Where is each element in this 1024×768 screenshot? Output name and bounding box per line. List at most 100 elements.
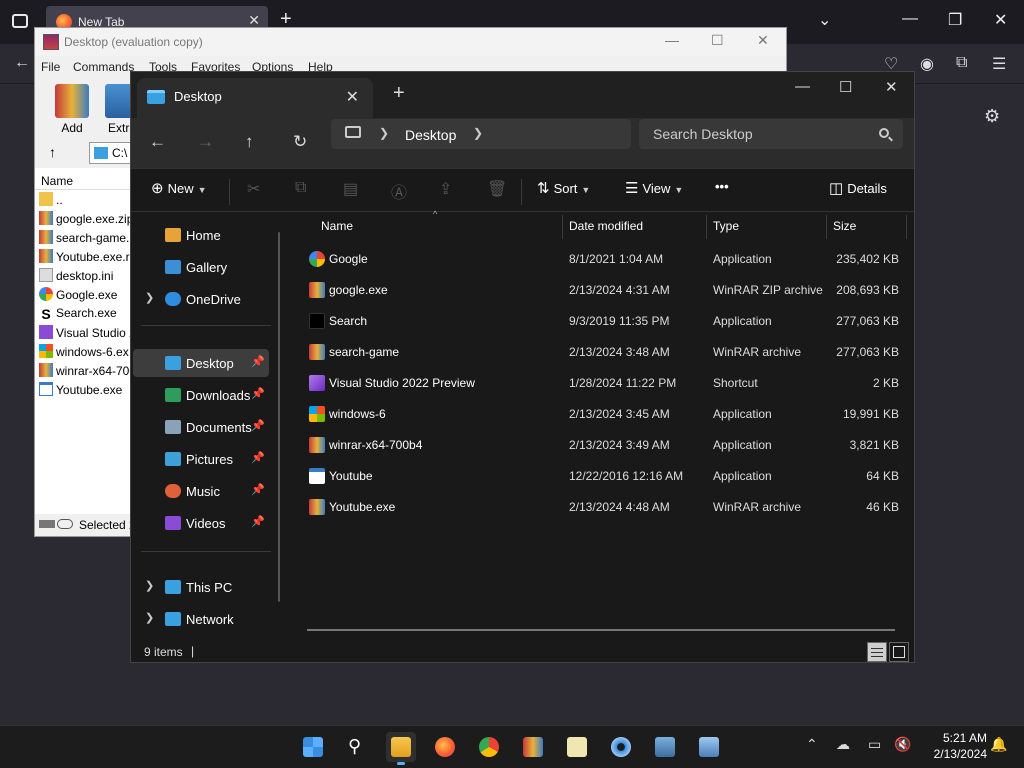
cut-icon[interactable]: ✂ bbox=[247, 179, 260, 199]
chevron-right-icon[interactable]: ❯ bbox=[379, 126, 389, 140]
network-icon[interactable]: ▭ bbox=[868, 736, 881, 753]
table-row[interactable]: windows-6 2/13/2024 3:45 AM Application … bbox=[291, 398, 913, 429]
menu-icon[interactable]: ☰ bbox=[992, 54, 1006, 74]
taskbar-notepad[interactable] bbox=[562, 732, 592, 762]
back-icon[interactable]: ← bbox=[149, 132, 166, 152]
sidebar-item-downloads[interactable]: Downloads 📌 bbox=[133, 381, 269, 409]
close-button[interactable]: ✕ bbox=[885, 78, 898, 96]
column-divider[interactable] bbox=[826, 215, 827, 239]
clock[interactable]: 5:21 AM 2/13/2024 bbox=[915, 730, 987, 762]
gear-icon[interactable]: ⚙ bbox=[984, 106, 1000, 127]
breadcrumb[interactable]: ❯ Desktop ❯ bbox=[331, 119, 631, 149]
volume-mute-icon[interactable]: 🔇 bbox=[894, 736, 911, 753]
search-icon[interactable] bbox=[879, 128, 889, 138]
search-input[interactable] bbox=[639, 119, 903, 149]
sidebar-item-music[interactable]: Music 📌 bbox=[133, 477, 269, 505]
up-arrow-icon[interactable]: ↑ bbox=[49, 144, 56, 160]
column-name-header[interactable]: Name bbox=[35, 168, 135, 190]
taskbar-file-explorer[interactable] bbox=[386, 732, 416, 765]
sidebar-item-desktop[interactable]: Desktop 📌 bbox=[133, 349, 269, 377]
onedrive-icon[interactable]: ☁ bbox=[836, 736, 850, 753]
up-arrow-icon[interactable]: ↑ bbox=[245, 132, 254, 152]
tab-list-icon[interactable] bbox=[12, 14, 28, 28]
explorer-tab[interactable]: Desktop ✕ bbox=[137, 78, 373, 118]
sort-button[interactable]: ⇅ Sort ▼ bbox=[537, 179, 590, 197]
column-divider[interactable] bbox=[562, 215, 563, 239]
pin-icon[interactable]: 📌 bbox=[251, 387, 265, 400]
menu-commands[interactable]: Commands bbox=[73, 60, 134, 74]
close-button[interactable]: ✕ bbox=[994, 10, 1007, 30]
menu-file[interactable]: File bbox=[41, 60, 60, 74]
sidebar-item-onedrive[interactable]: ❯ OneDrive bbox=[133, 285, 269, 313]
sidebar-item-pictures[interactable]: Pictures 📌 bbox=[133, 445, 269, 473]
taskbar-winrar[interactable] bbox=[518, 732, 548, 762]
list-item[interactable]: Visual Studio 2 bbox=[35, 323, 135, 342]
table-row[interactable]: Youtube.exe 2/13/2024 4:48 AM WinRAR arc… bbox=[291, 491, 913, 522]
list-item[interactable]: .. bbox=[35, 190, 135, 209]
chevron-right-icon[interactable]: ❯ bbox=[145, 291, 154, 304]
account-icon[interactable]: ◉ bbox=[920, 54, 934, 74]
pin-icon[interactable]: 📌 bbox=[251, 515, 265, 528]
column-header-date[interactable]: Date modified bbox=[569, 219, 643, 233]
minimize-button[interactable]: — bbox=[795, 78, 810, 95]
start-button[interactable] bbox=[298, 732, 328, 762]
pin-icon[interactable]: 📌 bbox=[251, 483, 265, 496]
list-item[interactable]: S Search.exe bbox=[35, 304, 135, 323]
pin-icon[interactable]: 📌 bbox=[251, 451, 265, 464]
pin-icon[interactable]: 📌 bbox=[251, 419, 265, 432]
sidebar-item-gallery[interactable]: Gallery bbox=[133, 253, 269, 281]
list-item[interactable]: google.exe.zip bbox=[35, 209, 135, 228]
sidebar-item-documents[interactable]: Documents 📌 bbox=[133, 413, 269, 441]
notification-bell-icon[interactable]: 🔔 bbox=[990, 736, 1007, 753]
chevron-right-icon[interactable]: ❯ bbox=[145, 579, 154, 592]
more-options-button[interactable]: ••• bbox=[715, 179, 729, 194]
column-divider[interactable] bbox=[906, 215, 907, 239]
column-header-name[interactable]: Name bbox=[321, 219, 353, 233]
list-item[interactable]: Youtube.exe.ra bbox=[35, 247, 135, 266]
extensions-icon[interactable]: ⧉ bbox=[956, 54, 967, 72]
minimize-button[interactable]: — bbox=[902, 10, 918, 28]
taskbar-app[interactable] bbox=[694, 732, 724, 762]
sidebar-item-videos[interactable]: Videos 📌 bbox=[133, 509, 269, 537]
list-item[interactable]: windows-6.ex bbox=[35, 342, 135, 361]
taskbar-firefox[interactable] bbox=[430, 732, 460, 762]
rename-icon[interactable]: Ⓐ bbox=[391, 179, 407, 203]
horizontal-scrollbar[interactable] bbox=[307, 629, 895, 631]
table-row[interactable]: Search 9/3/2019 11:35 PM Application 277… bbox=[291, 305, 913, 336]
taskbar-chrome[interactable] bbox=[474, 732, 504, 762]
close-button[interactable]: ✕ bbox=[757, 32, 769, 49]
details-view-button[interactable] bbox=[867, 642, 887, 662]
delete-icon[interactable]: 🗑 bbox=[487, 179, 507, 199]
list-item[interactable]: desktop.ini bbox=[35, 266, 135, 285]
restore-button[interactable]: ❐ bbox=[948, 10, 962, 30]
chevron-right-icon[interactable]: ❯ bbox=[145, 611, 154, 624]
chevron-up-icon[interactable]: ⌃ bbox=[806, 736, 818, 753]
sidebar-item-home[interactable]: Home bbox=[133, 221, 269, 249]
search-button[interactable]: ⚲ bbox=[342, 732, 372, 762]
breadcrumb-desktop[interactable]: Desktop bbox=[405, 127, 456, 143]
back-icon[interactable]: ← bbox=[14, 54, 30, 72]
forward-icon[interactable]: → bbox=[197, 132, 214, 152]
sidebar-item-network[interactable]: ❯ Network bbox=[133, 605, 269, 633]
share-icon[interactable]: ⇪ bbox=[439, 179, 452, 199]
chevron-right-icon[interactable]: ❯ bbox=[473, 126, 483, 140]
table-row[interactable]: Visual Studio 2022 Preview 1/28/2024 11:… bbox=[291, 367, 913, 398]
new-tab-button[interactable]: + bbox=[393, 82, 405, 105]
paste-icon[interactable]: ▤ bbox=[343, 179, 358, 199]
view-button[interactable]: ☰ View ▼ bbox=[625, 179, 683, 197]
taskbar-settings[interactable] bbox=[606, 732, 636, 762]
column-header-size[interactable]: Size bbox=[833, 219, 856, 233]
close-tab-icon[interactable]: ✕ bbox=[346, 87, 359, 107]
refresh-icon[interactable]: ↻ bbox=[293, 132, 307, 152]
taskbar-app[interactable] bbox=[650, 732, 680, 762]
list-item[interactable]: search-game. bbox=[35, 228, 135, 247]
table-row[interactable]: search-game 2/13/2024 3:48 AM WinRAR arc… bbox=[291, 336, 913, 367]
list-item[interactable]: Youtube.exe bbox=[35, 380, 135, 399]
table-row[interactable]: Youtube 12/22/2016 12:16 AM Application … bbox=[291, 460, 913, 491]
column-divider[interactable] bbox=[706, 215, 707, 239]
maximize-button[interactable]: ☐ bbox=[711, 32, 724, 49]
sidebar-item-this-pc[interactable]: ❯ This PC bbox=[133, 573, 269, 601]
details-button[interactable]: ◫ Details bbox=[829, 179, 887, 197]
table-row[interactable]: Google 8/1/2021 1:04 AM Application 235,… bbox=[291, 243, 913, 274]
new-button[interactable]: ⊕ New ▼ bbox=[151, 179, 207, 197]
